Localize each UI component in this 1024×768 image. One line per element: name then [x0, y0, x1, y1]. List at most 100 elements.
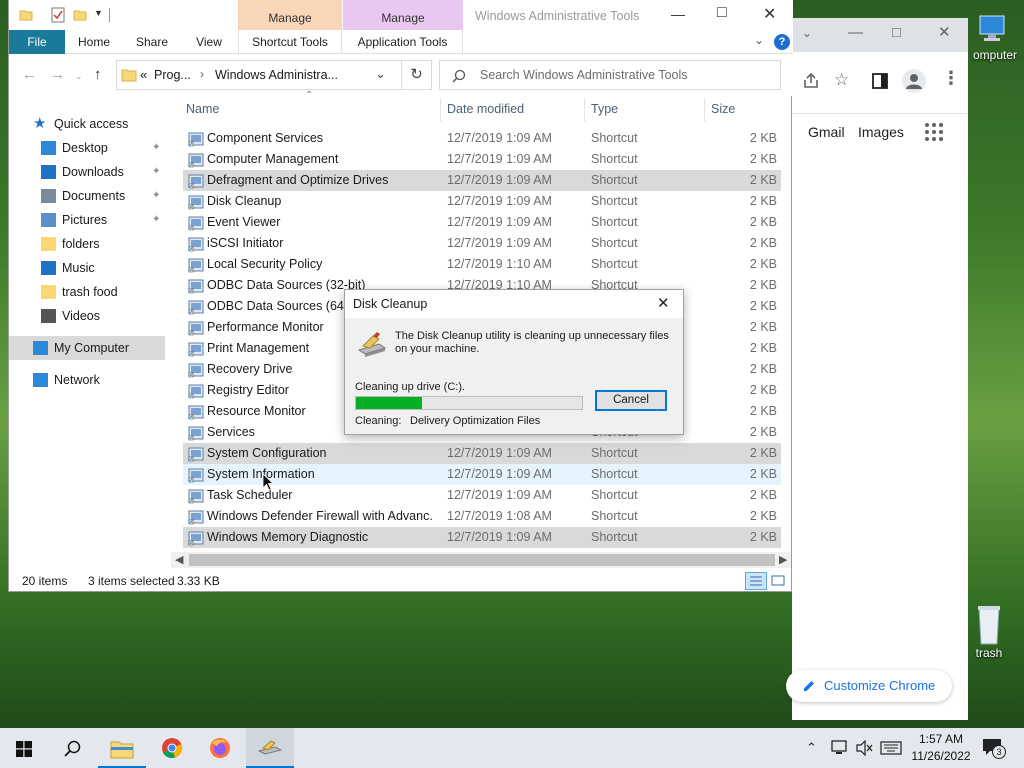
nav-item-videos[interactable]: Videos — [9, 304, 165, 328]
nav-item-folders[interactable]: folders — [9, 232, 165, 256]
nav-item-label: Videos — [62, 309, 100, 323]
show-hidden-icons-icon[interactable]: ⌃ — [806, 728, 817, 768]
customize-qat-icon[interactable]: ▼ — [94, 8, 103, 18]
file-row[interactable]: Windows Defender Firewall with Advanc...… — [183, 506, 781, 527]
start-button[interactable] — [0, 728, 48, 768]
file-name: Computer Management — [207, 152, 339, 166]
column-header-date[interactable]: Date modified — [447, 96, 524, 122]
help-icon[interactable]: ? — [774, 34, 790, 50]
minimize-button[interactable]: — — [671, 6, 685, 22]
new-folder-icon[interactable] — [73, 8, 87, 22]
back-arrow-icon[interactable]: ← — [22, 66, 37, 83]
images-link[interactable]: Images — [858, 124, 904, 140]
column-header-name[interactable]: Name — [186, 96, 219, 122]
taskbar-chrome[interactable] — [148, 728, 196, 768]
address-dropdown-icon[interactable]: ⌄ — [375, 66, 386, 82]
recent-locations-icon[interactable]: ⌄ — [75, 71, 83, 82]
taskbar-disk-cleanup[interactable] — [246, 728, 294, 768]
music-icon — [41, 261, 56, 275]
folder-icon[interactable] — [19, 8, 33, 22]
nav-item-desktop[interactable]: Desktop ✦ — [9, 136, 165, 160]
keyboard-icon[interactable] — [880, 741, 902, 755]
action-center-button[interactable]: 3 — [982, 738, 1006, 760]
file-row[interactable]: Local Security Policy 12/7/2019 1:10 AM Sh… — [183, 254, 781, 275]
cancel-button[interactable]: Cancel — [595, 390, 667, 411]
nav-item-my-computer[interactable]: My Computer — [9, 336, 165, 360]
search-box[interactable]: Search Windows Administrative Tools — [439, 60, 781, 90]
desktop-icon-computer[interactable]: omputer — [962, 10, 1024, 76]
clock[interactable]: 1:57 AM 11/26/2022 — [906, 731, 976, 765]
refresh-button[interactable]: ↻ — [402, 60, 432, 90]
side-panel-icon[interactable] — [872, 73, 888, 89]
file-row[interactable]: Defragment and Optimize Drives 12/7/2019 … — [183, 170, 781, 191]
up-arrow-icon[interactable]: ↑ — [94, 66, 102, 83]
taskbar-file-explorer[interactable] — [98, 728, 146, 768]
column-header-type[interactable]: Type — [591, 96, 618, 122]
nav-item-downloads[interactable]: Downloads ✦ — [9, 160, 165, 184]
nav-item-quick-access[interactable]: ★ Quick access — [9, 112, 165, 136]
desktop-icon-trash[interactable]: trash — [964, 602, 1014, 672]
quick-access-toolbar: ▼ Manage Manage Windows Administrative T… — [9, 0, 793, 30]
breadcrumb-program-data[interactable]: Prog... — [154, 68, 191, 82]
dialog-close-button[interactable]: ✕ — [657, 294, 670, 312]
expand-ribbon-icon[interactable]: ⌄ — [754, 33, 764, 47]
details-view-button[interactable] — [745, 572, 767, 590]
nav-item-documents[interactable]: Documents ✦ — [9, 184, 165, 208]
file-date-modified: 12/7/2019 1:09 AM — [447, 131, 552, 145]
scroll-left-icon[interactable]: ◀ — [175, 553, 183, 566]
tab-home[interactable]: Home — [71, 30, 117, 54]
tab-shortcut-tools[interactable]: Shortcut Tools — [238, 30, 342, 54]
customize-chrome-button[interactable]: Customize Chrome — [786, 670, 952, 702]
close-button[interactable]: ✕ — [763, 4, 776, 24]
nav-item-label: Network — [54, 373, 100, 387]
search-button[interactable] — [48, 728, 96, 768]
file-type: Shortcut — [591, 173, 638, 187]
maximize-button[interactable]: □ — [892, 24, 901, 41]
file-size: 2 KB — [749, 341, 777, 355]
tab-file[interactable]: File — [9, 30, 65, 54]
bookmark-star-icon[interactable]: ☆ — [834, 70, 849, 90]
tab-share[interactable]: Share — [129, 30, 175, 54]
taskbar-firefox[interactable] — [196, 728, 244, 768]
file-row[interactable]: Event Viewer 12/7/2019 1:09 AM Shortcut 2 K… — [183, 212, 781, 233]
file-row[interactable]: Component Services 12/7/2019 1:09 AM Short… — [183, 128, 781, 149]
tab-view[interactable]: View — [187, 30, 231, 54]
volume-muted-icon[interactable] — [856, 740, 874, 756]
file-row[interactable]: Disk Cleanup 12/7/2019 1:09 AM Shortcut 2 K… — [183, 191, 781, 212]
computer-icon — [979, 15, 1005, 41]
context-tab-manage-application[interactable]: Manage — [343, 0, 463, 30]
share-icon[interactable] — [802, 72, 820, 90]
maximize-button[interactable]: □ — [717, 4, 727, 22]
close-button[interactable]: ✕ — [938, 23, 951, 41]
file-row[interactable]: Computer Management 12/7/2019 1:09 AM Shor… — [183, 149, 781, 170]
tab-application-tools[interactable]: Application Tools — [343, 30, 463, 54]
file-row[interactable]: System Configuration 12/7/2019 1:09 AM Sho… — [183, 443, 781, 464]
nav-item-music[interactable]: Music — [9, 256, 165, 280]
chevron-down-icon[interactable]: ⌄ — [802, 26, 812, 40]
context-tab-manage-shortcut[interactable]: Manage — [238, 0, 342, 30]
file-row[interactable]: Windows Memory Diagnostic 12/7/2019 1:09 … — [183, 527, 781, 548]
apps-grid-icon[interactable] — [924, 122, 944, 142]
file-date-modified: 12/7/2019 1:09 AM — [447, 530, 552, 544]
forward-arrow-icon[interactable]: → — [50, 66, 65, 83]
column-header-size[interactable]: Size — [711, 96, 735, 122]
file-size: 2 KB — [749, 152, 777, 166]
scroll-right-icon[interactable]: ▶ — [779, 553, 787, 566]
overflow-chevron[interactable]: « — [140, 67, 147, 82]
scrollbar-thumb[interactable] — [189, 554, 775, 566]
properties-icon[interactable] — [51, 7, 65, 23]
network-icon[interactable] — [830, 740, 848, 756]
minimize-button[interactable]: — — [848, 24, 863, 41]
breadcrumb-admin-tools[interactable]: Windows Administra... — [215, 68, 338, 82]
file-row[interactable]: iSCSI Initiator 12/7/2019 1:09 AM Shortcut… — [183, 233, 781, 254]
address-bar[interactable]: « Prog... › Windows Administra... ⌄ — [116, 60, 402, 90]
horizontal-scrollbar[interactable]: ◀ ▶ — [171, 552, 791, 568]
large-icons-view-button[interactable] — [770, 573, 786, 589]
menu-kebab-icon[interactable]: ⋮ — [942, 68, 960, 89]
nav-item-network[interactable]: Network — [9, 368, 165, 392]
shortcut-file-icon — [188, 257, 204, 273]
profile-avatar[interactable] — [902, 69, 926, 93]
gmail-link[interactable]: Gmail — [808, 124, 845, 140]
nav-item-trash-food[interactable]: trash food — [9, 280, 165, 304]
nav-item-pictures[interactable]: Pictures ✦ — [9, 208, 165, 232]
